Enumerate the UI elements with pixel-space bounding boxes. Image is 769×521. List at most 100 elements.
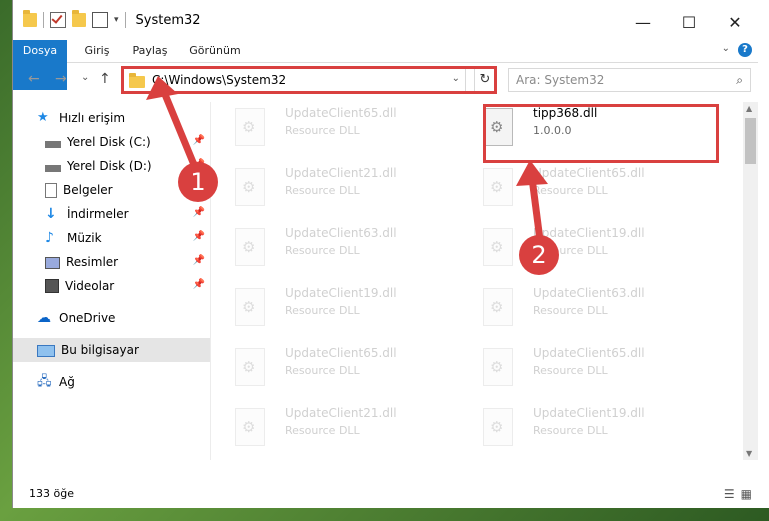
dll-file-icon xyxy=(235,288,265,326)
address-bar[interactable]: C:\Windows\System32 ⌄ xyxy=(121,68,466,92)
sidebar-item-onedrive[interactable]: ☁ OneDrive xyxy=(37,306,210,330)
dll-file-icon xyxy=(235,348,265,386)
file-description: Resource DLL xyxy=(285,304,360,317)
search-box[interactable]: Ara: System32 ⌕ xyxy=(508,68,751,92)
explorer-window: ▾ System32 — ☐ ✕ Dosya Giriş Paylaş Görü… xyxy=(12,0,769,508)
sidebar-item-this-pc[interactable]: Bu bilgisayar xyxy=(13,338,210,362)
chevron-down-icon[interactable]: ▾ xyxy=(114,15,119,25)
sidebar-item-label: Hızlı erişim xyxy=(59,111,126,125)
sidebar-item-videos[interactable]: Videolar 📌 xyxy=(45,274,210,298)
sidebar-item-music[interactable]: ♪ Müzik 📌 xyxy=(45,226,210,250)
sidebar-item-downloads[interactable]: ↓ İndirmeler 📌 xyxy=(45,202,210,226)
window-title: System32 xyxy=(135,12,201,28)
sidebar-item-quick-access[interactable]: ★ Hızlı erişim xyxy=(37,106,210,130)
new-folder-icon[interactable] xyxy=(72,10,86,27)
vertical-scrollbar[interactable]: ▲ ▼ xyxy=(743,102,758,460)
customize-toolbar-icon[interactable] xyxy=(92,12,108,28)
dll-file-icon xyxy=(483,288,513,326)
back-button[interactable]: ← xyxy=(28,71,40,87)
navigation-bar: ← → ⌄ ↑ C:\Windows\System32 ⌄ ↻ Ara: Sys… xyxy=(13,64,758,98)
tab-home[interactable]: Giriş xyxy=(77,40,117,62)
scrollbar-thumb[interactable] xyxy=(745,118,756,164)
large-icons-view-icon[interactable]: ▦ xyxy=(741,487,752,501)
tab-share[interactable]: Paylaş xyxy=(125,40,175,62)
sidebar-item-label: Videolar xyxy=(65,279,115,293)
forward-button[interactable]: → xyxy=(55,71,67,87)
window-controls: — ☐ ✕ xyxy=(620,0,758,44)
dll-file-icon xyxy=(235,228,265,266)
folder-icon xyxy=(129,73,145,88)
sidebar-item-network[interactable]: 🖧 Ağ xyxy=(37,370,210,394)
sidebar-item-label: OneDrive xyxy=(59,311,116,325)
up-button[interactable]: ↑ xyxy=(99,71,111,87)
pin-icon[interactable]: 📌 xyxy=(193,207,205,218)
file-description: Resource DLL xyxy=(533,364,608,377)
download-icon: ↓ xyxy=(45,206,57,222)
address-path[interactable]: C:\Windows\System32 xyxy=(152,73,286,87)
dll-file-icon xyxy=(235,108,265,146)
file-name: UpdateClient65.dll xyxy=(533,166,645,180)
maximize-button[interactable]: ☐ xyxy=(666,0,712,44)
file-item[interactable]: UpdateClient19.dll Resource DLL xyxy=(473,402,703,452)
file-item[interactable]: UpdateClient65.dll Resource DLL xyxy=(473,342,703,392)
file-item[interactable]: UpdateClient65.dll Resource DLL xyxy=(225,342,455,392)
pin-icon[interactable]: 📌 xyxy=(193,279,205,290)
details-view-icon[interactable]: ☰ xyxy=(724,487,735,501)
file-item[interactable]: UpdateClient63.dll Resource DLL xyxy=(225,222,455,272)
computer-icon xyxy=(37,344,55,357)
annotation-badge-1: 1 xyxy=(178,162,218,202)
view-buttons: ☰ ▦ xyxy=(724,487,752,501)
file-name: UpdateClient21.dll xyxy=(285,406,397,420)
sidebar-item-pictures[interactable]: Resimler 📌 xyxy=(45,250,210,274)
music-icon: ♪ xyxy=(45,230,54,246)
properties-check-icon[interactable] xyxy=(50,12,66,28)
file-name: UpdateClient21.dll xyxy=(285,166,397,180)
file-item[interactable]: UpdateClient65.dll Resource DLL xyxy=(473,162,703,212)
file-item[interactable]: UpdateClient21.dll Resource DLL xyxy=(225,162,455,212)
file-item[interactable]: UpdateClient65.dll Resource DLL xyxy=(225,102,455,152)
toolbar-separator xyxy=(124,12,126,28)
minimize-button[interactable]: — xyxy=(620,0,666,44)
folder-icon[interactable] xyxy=(23,10,37,27)
pin-icon[interactable]: 📌 xyxy=(193,231,205,242)
file-item[interactable]: UpdateClient21.dll Resource DLL xyxy=(225,402,455,452)
file-name: UpdateClient19.dll xyxy=(285,286,397,300)
search-icon[interactable]: ⌕ xyxy=(736,73,743,88)
file-name: UpdateClient65.dll xyxy=(285,346,397,360)
network-icon: 🖧 xyxy=(37,374,52,389)
file-name: UpdateClient65.dll xyxy=(285,106,397,120)
ribbon-tabs: Dosya Giriş Paylaş Görünüm ⌄ ? xyxy=(13,40,758,90)
file-name: tipp368.dll xyxy=(533,106,598,120)
file-item-tipp368[interactable]: tipp368.dll 1.0.0.0 xyxy=(473,102,703,152)
chevron-down-icon[interactable]: ⌄ xyxy=(452,73,460,84)
pin-icon[interactable]: 📌 xyxy=(193,135,205,146)
file-description: Resource DLL xyxy=(285,364,360,377)
file-description: Resource DLL xyxy=(533,304,608,317)
file-description: Resource DLL xyxy=(533,184,608,197)
expand-ribbon-icon[interactable]: ⌄ xyxy=(722,43,730,54)
cloud-icon: ☁ xyxy=(37,310,51,326)
search-input[interactable]: Ara: System32 xyxy=(516,73,604,87)
file-item[interactable]: UpdateClient63.dll Resource DLL xyxy=(473,282,703,332)
scroll-up-icon[interactable]: ▲ xyxy=(746,104,752,113)
document-icon xyxy=(45,182,57,198)
file-item[interactable]: UpdateClient19.dll Resource DLL xyxy=(225,282,455,332)
help-icon[interactable]: ? xyxy=(738,43,752,57)
scroll-down-icon[interactable]: ▼ xyxy=(746,449,752,458)
dll-file-icon xyxy=(483,168,513,206)
dll-file-icon xyxy=(483,108,513,146)
file-item[interactable]: UpdateClient19.dll Resource DLL xyxy=(473,222,703,272)
sidebar-item-label: İndirmeler xyxy=(67,207,129,221)
pin-icon[interactable]: 📌 xyxy=(193,255,205,266)
tab-view[interactable]: Görünüm xyxy=(185,40,245,62)
file-list: UpdateClient65.dll Resource DLL UpdateCl… xyxy=(211,102,743,460)
sidebar-item-disk-c[interactable]: Yerel Disk (C:) 📌 xyxy=(45,130,210,154)
navigation-pane: ★ Hızlı erişim Yerel Disk (C:) 📌 Yerel D… xyxy=(13,102,210,460)
recent-locations-button[interactable]: ⌄ xyxy=(81,72,89,83)
drive-icon xyxy=(45,164,61,172)
file-description: Resource DLL xyxy=(533,424,608,437)
sidebar-item-label: Belgeler xyxy=(63,183,113,197)
refresh-button[interactable]: ↻ xyxy=(474,68,496,92)
close-button[interactable]: ✕ xyxy=(712,0,758,44)
star-icon: ★ xyxy=(37,110,49,125)
